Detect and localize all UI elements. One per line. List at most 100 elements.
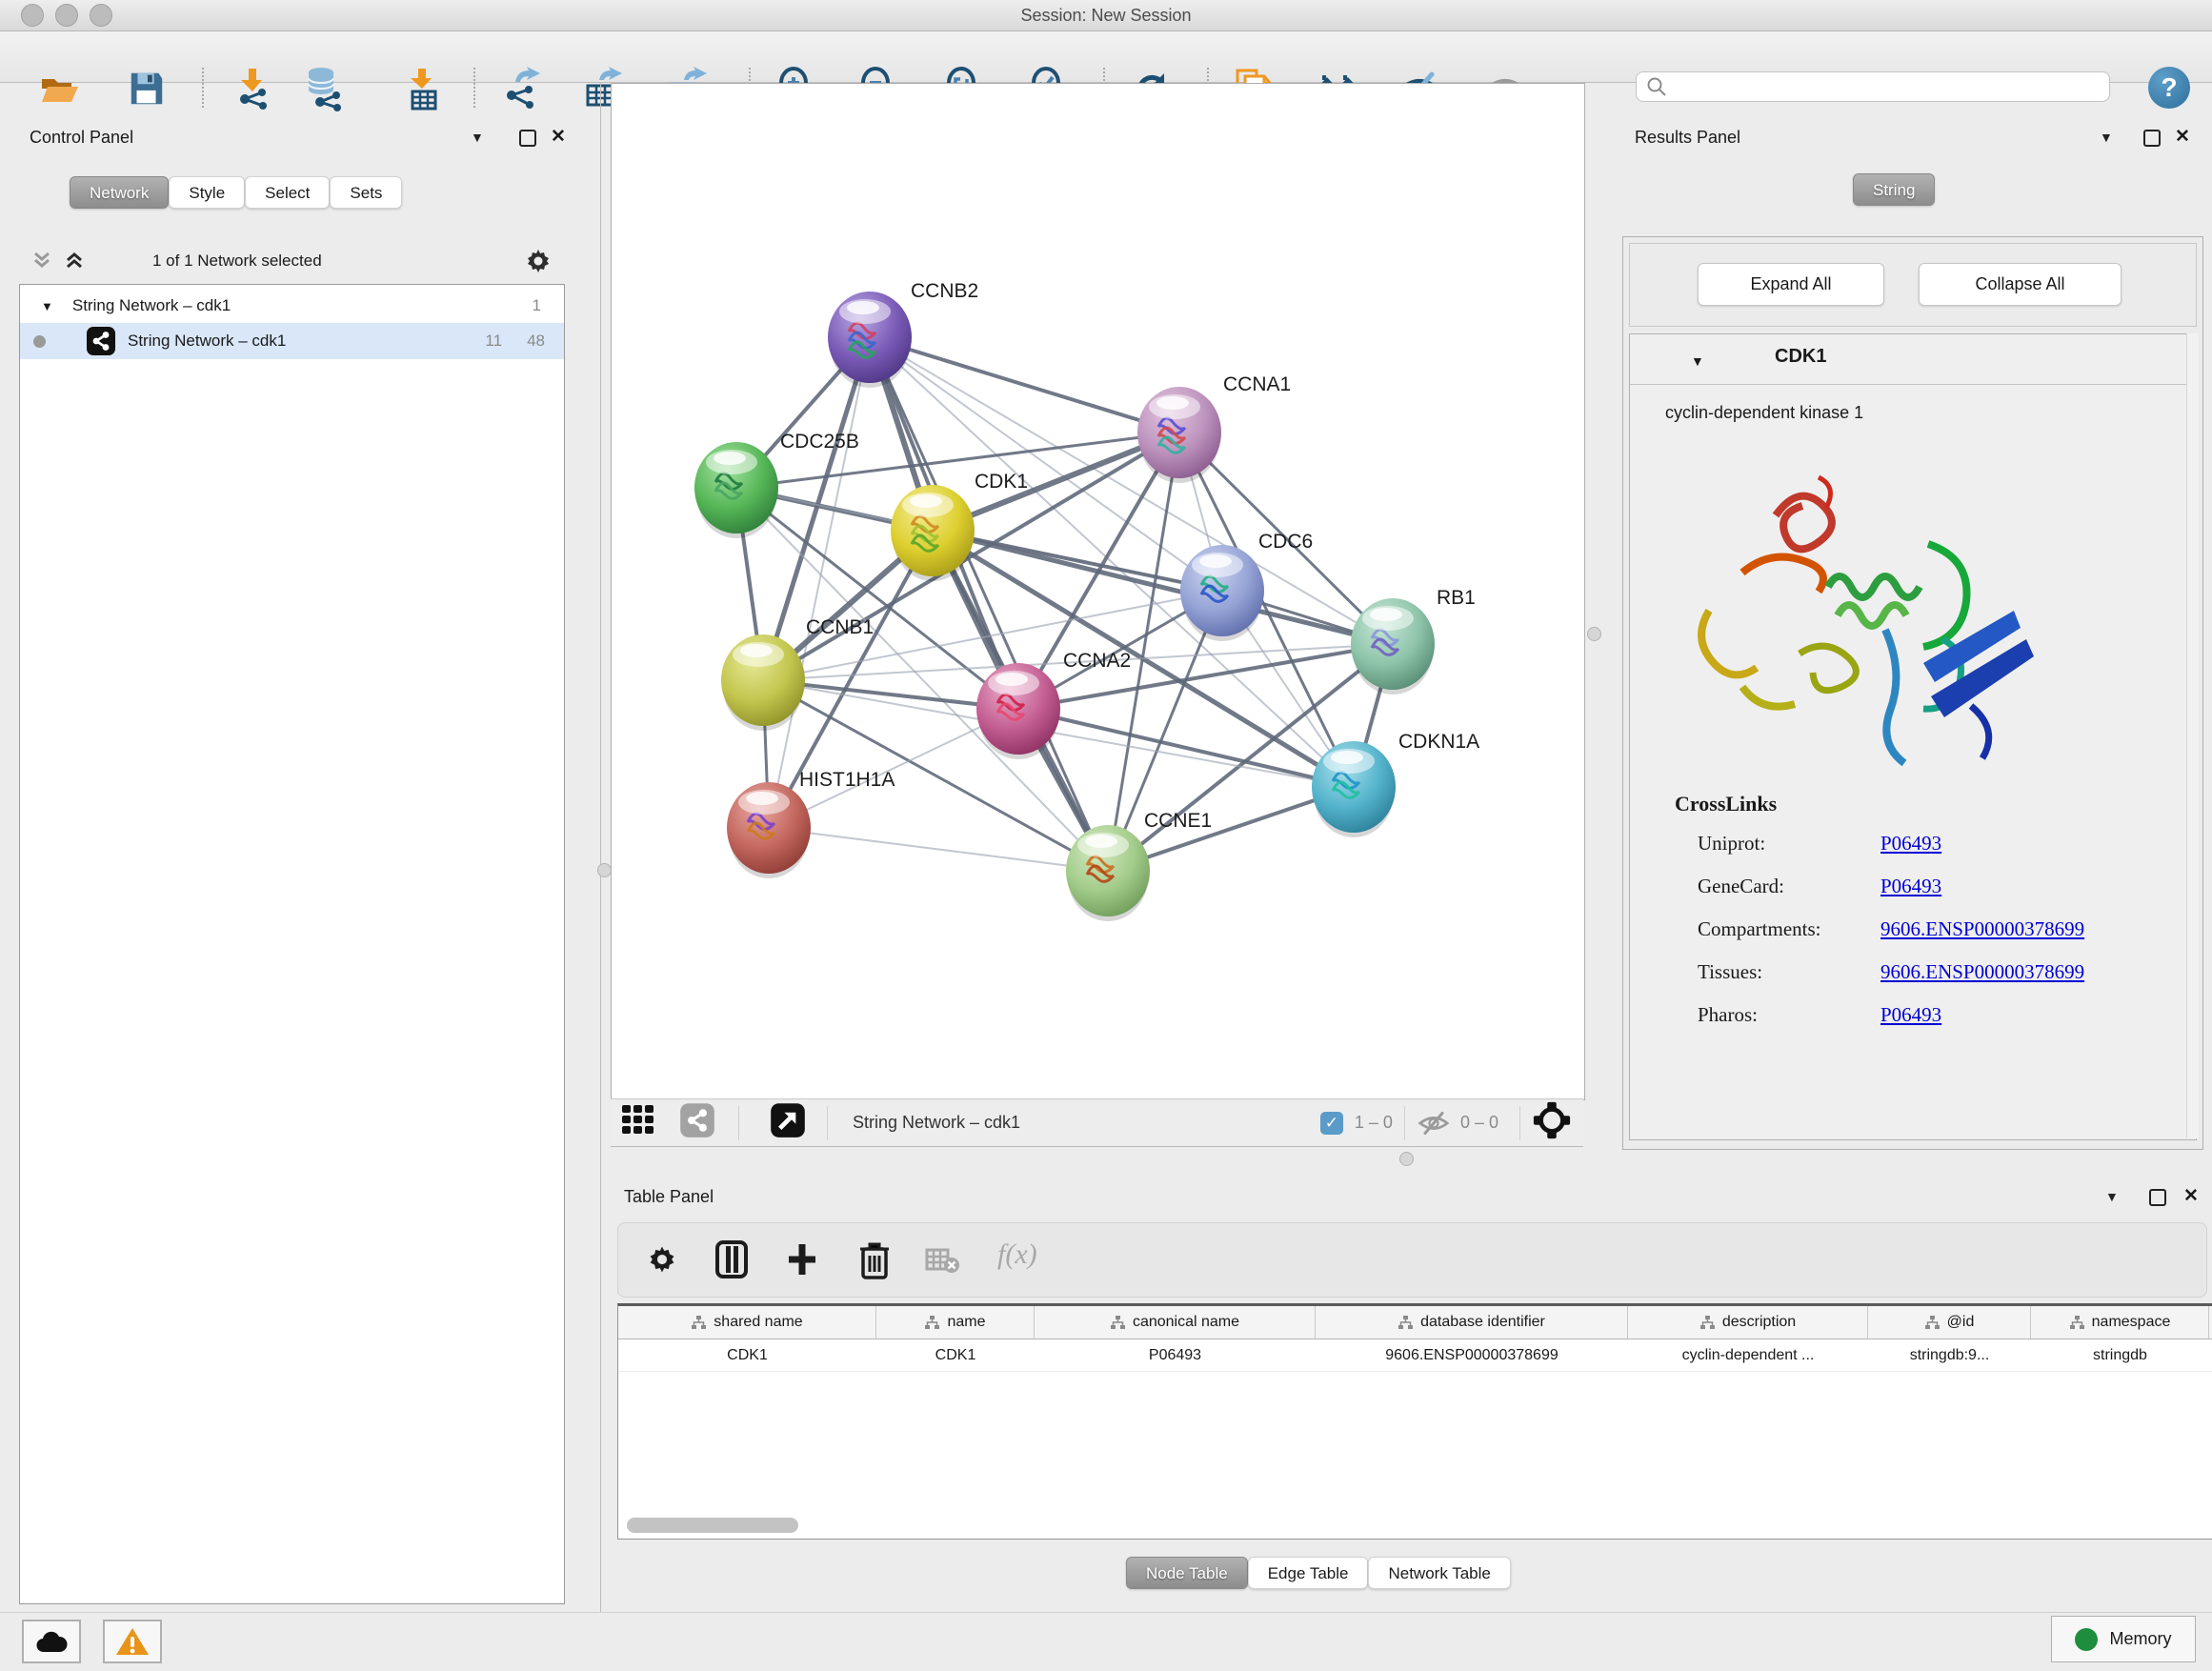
string-results-container: Expand All Collapse All ▼ CDK1 cyclin-de… bbox=[1622, 236, 2203, 1150]
crosslink-link[interactable]: P06493 bbox=[1880, 832, 1941, 856]
crosslink-row: Pharos:P06493 bbox=[1698, 1003, 2174, 1027]
function-builder-button[interactable]: f(x) bbox=[997, 1238, 1037, 1271]
network-edge[interactable] bbox=[1018, 709, 1354, 787]
results-scrollbar-track[interactable] bbox=[2186, 333, 2199, 1138]
main-toolbar: ? bbox=[0, 31, 2212, 83]
network-node-CDC6[interactable] bbox=[1180, 545, 1264, 641]
table-options-button[interactable] bbox=[645, 1242, 679, 1281]
crosslink-link[interactable]: 9606.ENSP00000378699 bbox=[1880, 960, 2084, 984]
network-node-CCNA1[interactable] bbox=[1137, 387, 1221, 483]
column-header-namespace[interactable]: namespace bbox=[2031, 1306, 2209, 1339]
network-row[interactable]: String Network – cdk1 11 48 bbox=[20, 323, 564, 359]
crosslinks-heading: CrossLinks bbox=[1675, 792, 1777, 816]
detach-view-button[interactable] bbox=[770, 1102, 806, 1143]
plus-icon bbox=[784, 1240, 820, 1278]
network-edge[interactable] bbox=[870, 337, 1179, 433]
table-panel-collapse-icon[interactable]: ▼ bbox=[2105, 1189, 2119, 1204]
card-expander-icon[interactable]: ▼ bbox=[1691, 353, 1704, 369]
tab-string[interactable]: String bbox=[1853, 173, 1935, 206]
results-panel-close-icon[interactable]: ✕ bbox=[2175, 126, 2190, 148]
network-type-button[interactable] bbox=[679, 1102, 715, 1143]
table-panel-close-icon[interactable]: ✕ bbox=[2183, 1185, 2199, 1207]
network-node-RB1[interactable] bbox=[1351, 598, 1435, 695]
table-panel-title: Table Panel bbox=[624, 1187, 714, 1207]
network-label: String Network – cdk1 bbox=[128, 332, 286, 351]
network-edge[interactable] bbox=[769, 828, 1108, 871]
results-panel-float-icon[interactable] bbox=[2143, 130, 2161, 147]
tab-edge-table[interactable]: Edge Table bbox=[1248, 1557, 1369, 1589]
cloud-status-button[interactable] bbox=[22, 1620, 81, 1663]
network-canvas[interactable]: CCNB2CCNA1CDC25BCDK1CDC6RB1CCNB1CCNA2CDK… bbox=[611, 83, 1585, 1100]
expand-all-tree-button[interactable] bbox=[63, 250, 86, 275]
memory-button[interactable]: Memory bbox=[2051, 1616, 2196, 1662]
application-window: Session: New Session bbox=[0, 0, 2212, 1671]
column-header-database-identifier[interactable]: database identifier bbox=[1316, 1306, 1628, 1339]
clear-table-button[interactable] bbox=[925, 1248, 959, 1279]
left-splitter-handle[interactable] bbox=[597, 863, 612, 877]
window-minimize-button[interactable] bbox=[55, 4, 78, 27]
results-panel-collapse-icon[interactable]: ▼ bbox=[2100, 130, 2113, 145]
network-node-CCNB2[interactable] bbox=[828, 292, 912, 388]
tab-node-table[interactable]: Node Table bbox=[1126, 1557, 1248, 1589]
fit-content-button[interactable] bbox=[1532, 1100, 1572, 1145]
bottom-splitter-handle[interactable] bbox=[1399, 1152, 1414, 1166]
network-node-CDKN1A[interactable] bbox=[1312, 741, 1396, 837]
right-splitter-handle[interactable] bbox=[1587, 627, 1601, 641]
network-node-CCNA2[interactable] bbox=[976, 663, 1060, 759]
expand-all-button[interactable]: Expand All bbox=[1698, 263, 1884, 306]
share-gray-icon bbox=[679, 1102, 715, 1138]
network-node-CDK1[interactable] bbox=[891, 485, 975, 581]
gear-icon bbox=[645, 1242, 679, 1277]
table-cell: cyclin-dependent ... bbox=[1628, 1339, 1868, 1371]
network-node-CCNB1[interactable] bbox=[721, 634, 805, 731]
control-panel-float-icon[interactable] bbox=[519, 130, 536, 147]
control-panel-collapse-icon[interactable]: ▼ bbox=[471, 130, 484, 145]
column-header-label: namespace bbox=[2092, 1314, 2171, 1331]
tree-expander-icon[interactable]: ▼ bbox=[41, 299, 53, 313]
table-panel-float-icon[interactable] bbox=[2149, 1189, 2166, 1206]
warnings-button[interactable] bbox=[103, 1620, 162, 1663]
control-panel-close-icon[interactable]: ✕ bbox=[551, 126, 566, 148]
collapse-all-tree-button[interactable] bbox=[30, 250, 53, 275]
crosslink-link[interactable]: P06493 bbox=[1880, 1003, 1941, 1027]
network-collection-row[interactable]: ▼ String Network – cdk1 1 bbox=[20, 289, 564, 323]
crosslink-link[interactable]: P06493 bbox=[1880, 875, 1941, 898]
collapse-all-button[interactable]: Collapse All bbox=[1919, 263, 2122, 306]
column-header-@id[interactable]: @id bbox=[1868, 1306, 2031, 1339]
table-hscrollbar-thumb[interactable] bbox=[627, 1518, 798, 1533]
network-node-CCNE1[interactable] bbox=[1066, 825, 1150, 921]
column-header-description[interactable]: description bbox=[1628, 1306, 1868, 1339]
column-header-label: canonical name bbox=[1133, 1314, 1239, 1331]
crosslink-link[interactable]: 9606.ENSP00000378699 bbox=[1880, 917, 2084, 941]
network-node-CDC25B[interactable] bbox=[694, 442, 778, 538]
network-edge[interactable] bbox=[870, 337, 1108, 871]
selected-count: 1 – 0 bbox=[1355, 1113, 1393, 1133]
window-zoom-button[interactable] bbox=[90, 4, 112, 27]
network-options-gear-icon[interactable] bbox=[523, 246, 553, 281]
create-column-button[interactable] bbox=[784, 1240, 820, 1283]
tab-style[interactable]: Style bbox=[169, 176, 245, 209]
trash-icon bbox=[858, 1239, 891, 1279]
delete-column-button[interactable] bbox=[858, 1239, 891, 1284]
tab-network[interactable]: Network bbox=[70, 176, 169, 209]
table-body: CDK1CDK1P064939606.ENSP00000378699cyclin… bbox=[618, 1339, 2212, 1372]
node-label: CCNE1 bbox=[1144, 810, 1212, 832]
column-header-name[interactable]: name bbox=[876, 1306, 1035, 1339]
column-type-icon bbox=[2069, 1315, 2085, 1330]
column-header-shared-name[interactable]: shared name bbox=[618, 1306, 876, 1339]
show-columns-button[interactable] bbox=[714, 1240, 750, 1283]
crosslink-row: GeneCard:P06493 bbox=[1698, 875, 2174, 898]
tab-sets[interactable]: Sets bbox=[330, 176, 402, 209]
network-share-icon bbox=[86, 326, 116, 356]
network-node-HIST1H1A[interactable] bbox=[727, 782, 811, 878]
crosslink-label: Uniprot: bbox=[1698, 832, 1880, 856]
table-row[interactable]: CDK1CDK1P064939606.ENSP00000378699cyclin… bbox=[618, 1339, 2212, 1372]
selected-checkbox-icon[interactable]: ✓ bbox=[1320, 1112, 1343, 1135]
column-header-canonical-name[interactable]: canonical name bbox=[1035, 1306, 1316, 1339]
table-toolbar: f(x) bbox=[617, 1222, 2207, 1298]
window-close-button[interactable] bbox=[21, 4, 44, 27]
tab-network-table[interactable]: Network Table bbox=[1368, 1557, 1510, 1589]
birds-eye-view-button[interactable] bbox=[620, 1102, 658, 1143]
network-edge[interactable] bbox=[769, 337, 870, 828]
tab-select[interactable]: Select bbox=[245, 176, 330, 209]
